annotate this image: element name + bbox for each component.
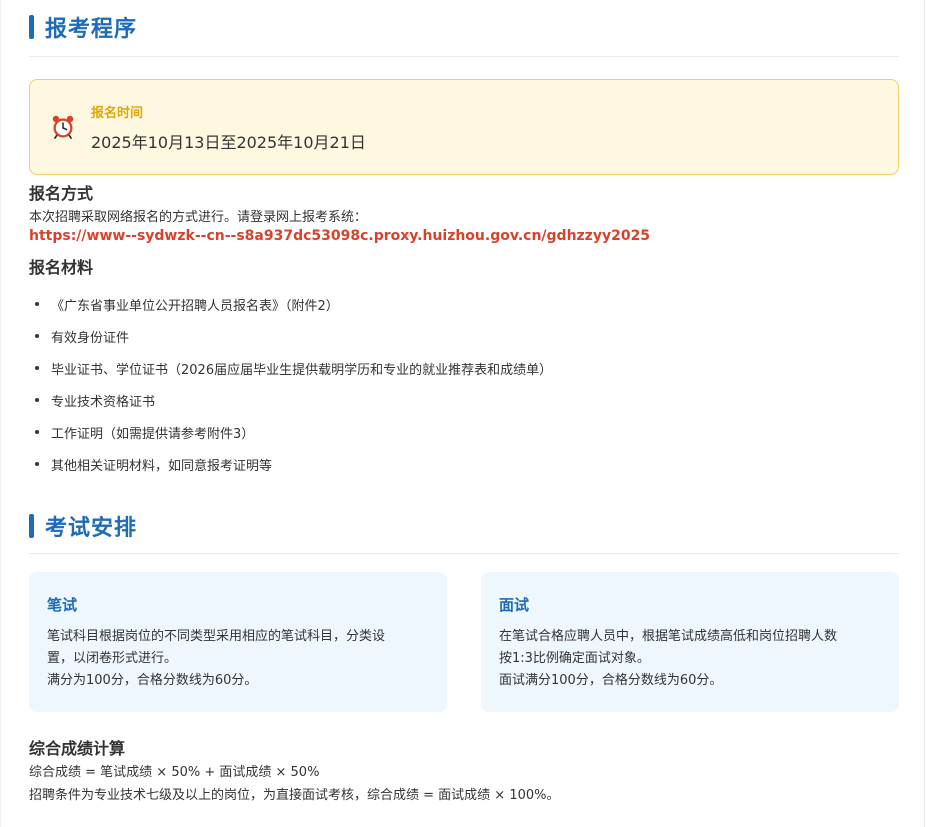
registration-time-value: 2025年10月13日至2025年10月21日 xyxy=(91,133,366,152)
list-item: 《广东省事业单位公开招聘人员报名表》（附件2） xyxy=(35,288,552,320)
bullet-dot xyxy=(35,334,39,338)
interview-line: 在笔试合格应聘人员中，根据笔试成绩高低和岗位招聘人数 xyxy=(499,629,838,644)
interview-body: 在笔试合格应聘人员中，根据笔试成绩高低和岗位招聘人数 按1:3比例确定面试对象。… xyxy=(499,626,889,692)
section-title-bar xyxy=(29,514,34,538)
registration-system-link[interactable]: https://www--sydwzk--cn--s8a937dc53098c.… xyxy=(29,228,650,244)
list-item: 工作证明（如需提供请参考附件3） xyxy=(35,416,552,448)
written-exam-card: 笔试 笔试科目根据岗位的不同类型采用相应的笔试科目，分类设 置，以闭卷形式进行。… xyxy=(29,572,447,712)
written-exam-line: 满分为100分，合格分数线为60分。 xyxy=(47,673,258,688)
written-exam-line: 笔试科目根据岗位的不同类型采用相应的笔试科目，分类设 xyxy=(47,629,386,644)
section-divider xyxy=(29,56,899,57)
score-note: 招聘条件为专业技术七级及以上的岗位，为直接面试考核，综合成绩 = 面试成绩 × … xyxy=(29,788,560,803)
bullet-dot xyxy=(35,462,39,466)
list-item-text: 《广东省事业单位公开招聘人员报名表》（附件2） xyxy=(51,298,339,314)
section-title-text: 报考程序 xyxy=(45,17,138,42)
bullet-dot xyxy=(35,366,39,370)
section-title-bar xyxy=(29,15,34,39)
list-item: 毕业证书、学位证书（2026届应届毕业生提供载明学历和专业的就业推荐表和成绩单） xyxy=(35,352,552,384)
section-title-exam: 考试安排 xyxy=(29,512,138,541)
list-item-text: 有效身份证件 xyxy=(51,330,130,346)
list-item: 专业技术资格证书 xyxy=(35,384,552,416)
interview-line: 按1:3比例确定面试对象。 xyxy=(499,651,650,666)
written-exam-title: 笔试 xyxy=(47,596,78,614)
list-item: 其他相关证明材料，如同意报考证明等 xyxy=(35,448,552,480)
interview-line: 面试满分100分，合格分数线为60分。 xyxy=(499,673,723,688)
list-item-text: 专业技术资格证书 xyxy=(51,394,156,410)
score-heading: 综合成绩计算 xyxy=(29,739,126,758)
written-exam-line: 置，以闭卷形式进行。 xyxy=(47,651,178,666)
list-item: 有效身份证件 xyxy=(35,320,552,352)
registration-method-heading: 报名方式 xyxy=(29,184,94,203)
section-divider xyxy=(29,553,899,554)
bullet-dot xyxy=(35,430,39,434)
alarm-clock-icon xyxy=(52,115,74,139)
section-title-text: 考试安排 xyxy=(45,516,138,541)
bullet-dot xyxy=(35,302,39,306)
bullet-dot xyxy=(35,398,39,402)
list-item-text: 其他相关证明材料，如同意报考证明等 xyxy=(51,458,273,474)
materials-list: 《广东省事业单位公开招聘人员报名表》（附件2） 有效身份证件 毕业证书、学位证书… xyxy=(35,288,552,480)
score-formula: 综合成绩 = 笔试成绩 × 50% + 面试成绩 × 50% xyxy=(29,765,320,780)
section-title-registration: 报考程序 xyxy=(29,13,138,42)
registration-method-text: 本次招聘采取网络报名的方式进行。请登录网上报考系统： xyxy=(29,210,368,225)
registration-materials-heading: 报名材料 xyxy=(29,258,94,277)
written-exam-body: 笔试科目根据岗位的不同类型采用相应的笔试科目，分类设 置，以闭卷形式进行。 满分… xyxy=(47,626,437,692)
list-item-text: 毕业证书、学位证书（2026届应届毕业生提供载明学历和专业的就业推荐表和成绩单） xyxy=(51,362,553,378)
registration-time-box: 报名时间 2025年10月13日至2025年10月21日 xyxy=(29,79,899,175)
registration-time-label: 报名时间 xyxy=(91,106,144,121)
list-item-text: 工作证明（如需提供请参考附件3） xyxy=(51,426,255,442)
interview-card: 面试 在笔试合格应聘人员中，根据笔试成绩高低和岗位招聘人数 按1:3比例确定面试… xyxy=(481,572,899,712)
interview-title: 面试 xyxy=(499,596,530,614)
